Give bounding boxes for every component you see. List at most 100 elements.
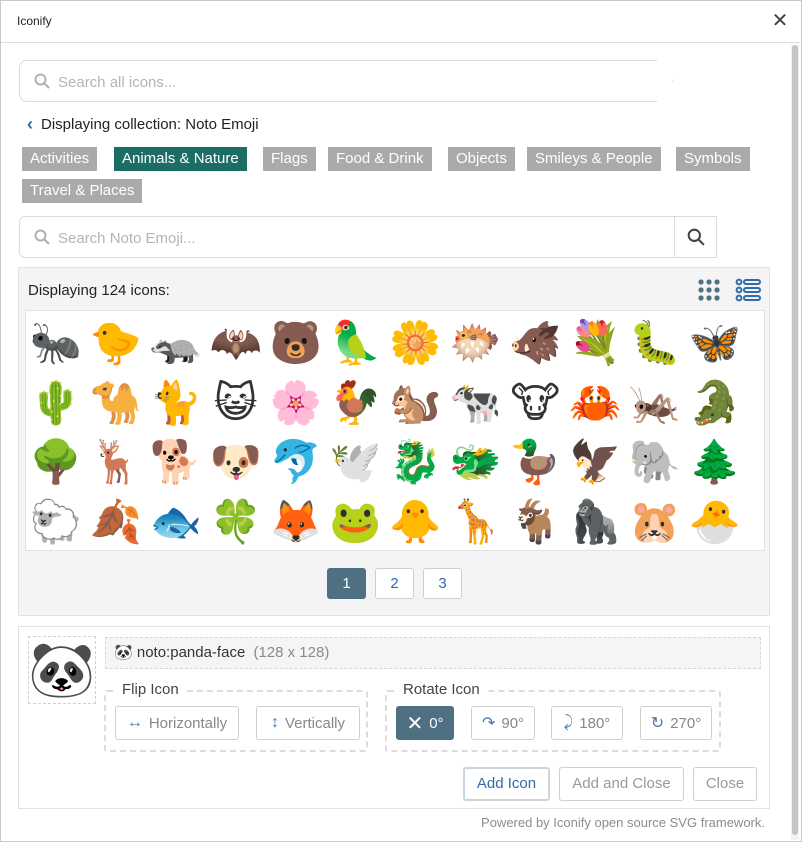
icon-cell[interactable]: 🐶 bbox=[207, 433, 265, 491]
collection-label: Displaying collection: Noto Emoji bbox=[41, 115, 259, 133]
icon-cell[interactable]: 🦌 bbox=[87, 433, 145, 491]
scrollbar[interactable] bbox=[791, 45, 799, 840]
icon-cell[interactable]: 🌳 bbox=[27, 433, 85, 491]
icon-cell[interactable]: 🐄 bbox=[446, 374, 504, 432]
rotate-0-button[interactable]: ✕ 0° bbox=[396, 706, 454, 740]
flip-vertical-button[interactable]: ↕ Vertically bbox=[256, 706, 360, 740]
rotate-270-label: 270° bbox=[670, 714, 702, 732]
list-view-icon[interactable] bbox=[735, 277, 761, 303]
page-2-button[interactable]: 2 bbox=[375, 568, 414, 599]
search-icon bbox=[34, 229, 50, 245]
rotate-90-icon: ↷ bbox=[481, 715, 496, 732]
close-button[interactable]: Close bbox=[693, 767, 757, 801]
icon-cell[interactable]: 🐡 bbox=[446, 314, 504, 372]
rotate-270-button[interactable]: ↻ 270° bbox=[640, 706, 712, 740]
grid-view-icon[interactable] bbox=[696, 277, 722, 303]
icon-cell[interactable]: 🐜 bbox=[27, 314, 85, 372]
back-to-collections-link[interactable]: ‹ Displaying collection: Noto Emoji bbox=[27, 114, 259, 134]
icon-cell[interactable]: 🐗 bbox=[506, 314, 564, 372]
filter-travel-places[interactable]: Travel & Places bbox=[22, 179, 143, 203]
icon-cell[interactable]: 🐹 bbox=[626, 493, 684, 551]
filter-symbols[interactable]: Symbols bbox=[676, 147, 750, 171]
icon-cell[interactable]: 🐬 bbox=[267, 433, 325, 491]
icon-name-text: noto:panda-face bbox=[136, 644, 246, 661]
icon-cell[interactable]: 🦅 bbox=[566, 433, 624, 491]
icon-cell[interactable]: 🐪 bbox=[87, 374, 145, 432]
search-button[interactable] bbox=[674, 217, 716, 257]
icon-cell[interactable]: 🐲 bbox=[446, 433, 504, 491]
icon-cell[interactable]: 🐕 bbox=[147, 433, 205, 491]
icon-cell[interactable]: 🦇 bbox=[207, 314, 265, 372]
iconify-dialog: Iconify ✕ ‹ Displaying collection: Noto … bbox=[0, 0, 802, 842]
icon-cell[interactable]: 🐈 bbox=[147, 374, 205, 432]
powered-by-text: Powered by Iconify open source SVG frame… bbox=[481, 815, 765, 830]
selected-icon-panel: 🐼 🐼 noto:panda-face (128 x 128) Flip Ico… bbox=[18, 626, 770, 809]
icon-cell[interactable]: 🐊 bbox=[686, 374, 744, 432]
add-icon-button[interactable]: Add Icon bbox=[463, 767, 550, 801]
filter-objects[interactable]: Objects bbox=[448, 147, 515, 171]
icon-cell[interactable]: 🐿️ bbox=[386, 374, 444, 432]
icon-cell[interactable]: 🐛 bbox=[626, 314, 684, 372]
filter-smileys-people[interactable]: Smileys & People bbox=[527, 147, 661, 171]
filter-activities[interactable]: Activities bbox=[22, 147, 98, 171]
icon-cell[interactable]: 🌵 bbox=[27, 374, 85, 432]
icon-cell[interactable]: 🐸 bbox=[327, 493, 385, 551]
filter-flags[interactable]: Flags bbox=[263, 147, 316, 171]
icon-cell[interactable]: 💐 bbox=[566, 314, 624, 372]
arrows-vertical-icon: ↕ bbox=[270, 714, 279, 731]
icon-cell[interactable]: 🦒 bbox=[446, 493, 504, 551]
search-icon bbox=[34, 73, 50, 89]
flip-horizontal-button[interactable]: ↔ Horizontally bbox=[115, 706, 239, 740]
search-all-box bbox=[19, 60, 673, 102]
rotate-90-button[interactable]: ↷ 90° bbox=[471, 706, 535, 740]
icon-cell[interactable]: 🦗 bbox=[626, 374, 684, 432]
rotate-90-label: 90° bbox=[501, 714, 525, 732]
icon-cell[interactable]: 🐘 bbox=[626, 433, 684, 491]
icon-cell[interactable]: 😺 bbox=[207, 374, 265, 432]
rotate-icon-group: Rotate Icon ✕ 0° ↷ 90° ⤸ 180° ↻ 270° bbox=[385, 681, 721, 752]
icon-cell[interactable]: 🐉 bbox=[386, 433, 444, 491]
flip-vertical-label: Vertically bbox=[284, 714, 346, 732]
icon-cell[interactable]: 🕊️ bbox=[327, 433, 385, 491]
icon-cell[interactable]: 🍂 bbox=[87, 493, 145, 551]
search-all-input[interactable] bbox=[56, 72, 656, 92]
icon-cell[interactable]: 🐣 bbox=[686, 493, 744, 551]
icon-cell[interactable]: 🦊 bbox=[267, 493, 325, 551]
icon-cell[interactable]: 🦆 bbox=[506, 433, 564, 491]
icon-cell[interactable]: 🦡 bbox=[147, 314, 205, 372]
icon-cell[interactable]: 🐟 bbox=[147, 493, 205, 551]
icon-cell[interactable]: 🌲 bbox=[686, 433, 744, 491]
icon-cell[interactable]: 🦜 bbox=[327, 314, 385, 372]
icon-cell[interactable]: 🐮 bbox=[506, 374, 564, 432]
close-icon[interactable]: ✕ bbox=[769, 11, 791, 33]
selected-icon-name: 🐼 noto:panda-face (128 x 128) bbox=[105, 637, 761, 669]
filter-food-drink[interactable]: Food & Drink bbox=[328, 147, 432, 171]
filter-animals-nature[interactable]: Animals & Nature bbox=[114, 147, 247, 171]
rotate-270-icon: ↻ bbox=[650, 715, 665, 732]
rotate-180-button[interactable]: ⤸ 180° bbox=[551, 706, 623, 740]
page-1-button[interactable]: 1 bbox=[327, 568, 366, 599]
flip-horizontal-label: Horizontally bbox=[148, 714, 228, 732]
icon-cell[interactable]: 🌸 bbox=[267, 374, 325, 432]
close-icon: ✕ bbox=[406, 712, 424, 735]
scrollbar-thumb[interactable] bbox=[792, 45, 798, 835]
icon-cell[interactable]: 🐻 bbox=[267, 314, 325, 372]
search-collection-input[interactable] bbox=[56, 228, 656, 248]
rotate-180-icon: ⤸ bbox=[563, 714, 574, 731]
search-collection-box bbox=[19, 216, 717, 258]
icon-cell[interactable]: 🐐 bbox=[506, 493, 564, 551]
page-3-button[interactable]: 3 bbox=[423, 568, 462, 599]
icon-cell[interactable]: 🐥 bbox=[386, 493, 444, 551]
icon-cell[interactable]: 🍀 bbox=[207, 493, 265, 551]
arrows-horizontal-icon: ↔ bbox=[126, 714, 143, 731]
flip-icon-group: Flip Icon ↔ Horizontally ↕ Vertically bbox=[104, 681, 368, 752]
icon-cell[interactable]: 🦋 bbox=[686, 314, 744, 372]
icon-cell[interactable]: 🦀 bbox=[566, 374, 624, 432]
icon-cell[interactable]: 🌼 bbox=[386, 314, 444, 372]
window-title: Iconify bbox=[17, 14, 52, 28]
icon-cell[interactable]: 🐓 bbox=[327, 374, 385, 432]
icon-cell[interactable]: 🦍 bbox=[566, 493, 624, 551]
icon-cell[interactable]: 🐤 bbox=[87, 314, 145, 372]
icon-cell[interactable]: 🐑 bbox=[27, 493, 85, 551]
add-and-close-button[interactable]: Add and Close bbox=[559, 767, 684, 801]
